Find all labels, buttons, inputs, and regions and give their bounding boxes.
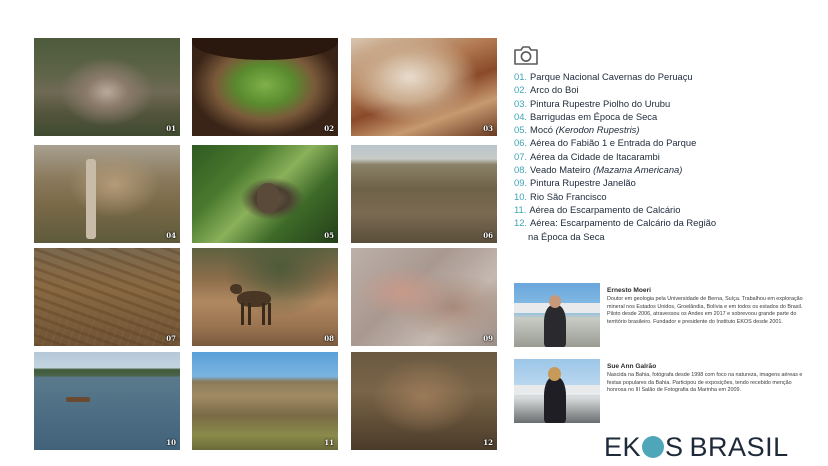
scientific-name: (Kerodon Rupestris)	[555, 124, 640, 136]
cave-arch	[192, 38, 338, 60]
legend-item: 01. Parque Nacional Cavernas do Peruaçu	[514, 71, 693, 82]
logo-circle-icon	[642, 436, 665, 458]
photo-number: 06	[483, 231, 493, 240]
photo-number: 09	[483, 334, 493, 343]
deer-leg	[262, 303, 265, 325]
photo-07: 07	[34, 248, 180, 346]
legend-item: 07. Aérea da Cidade de Itacarambi	[514, 150, 660, 162]
deer-leg	[241, 303, 244, 325]
person-body	[544, 377, 566, 423]
photo-number: 08	[324, 334, 334, 343]
photo-12: 12	[351, 352, 497, 450]
animal-silhouette	[257, 183, 279, 213]
photo-02: 02	[192, 38, 338, 136]
photo-08: 08	[192, 248, 338, 346]
photo-04: 04	[34, 145, 180, 243]
portrait-photo	[514, 359, 600, 423]
legend-item: 04. Barrigudas em Época de Seca	[514, 110, 658, 122]
logo-text-ek: EK	[604, 432, 642, 462]
photo-03: 03	[351, 38, 497, 136]
deer-leg	[268, 303, 271, 325]
tree-trunk	[86, 159, 96, 239]
camera-icon	[514, 46, 538, 65]
photo-number: 12	[483, 438, 493, 447]
bio-description: Doutor em geologia pela Universidade de …	[607, 296, 803, 325]
logo-text-s: S	[665, 432, 684, 462]
legend-item: 08. Veado Mateiro (Mazama Americana)	[514, 164, 683, 176]
person-body	[544, 305, 566, 347]
photo-09: 09	[351, 248, 497, 346]
legend-item: 11. Aérea do Escarpamento de Calcário	[514, 203, 681, 215]
legend-item: 03. Pintura Rupestre Piolho do Urubu	[514, 97, 671, 109]
photo-11: 11	[192, 352, 338, 450]
photo-01: 01	[34, 38, 180, 136]
person-head	[549, 295, 561, 308]
photo-10: 10	[34, 352, 180, 450]
legend-item: 05. Mocó (Kerodon Rupestris)	[514, 124, 640, 136]
legend-item: 02. Arco do Boi	[514, 84, 579, 96]
logo-text-brasil: BRASIL	[689, 432, 789, 462]
photo-06: 06	[351, 145, 497, 243]
photo-number: 07	[166, 334, 176, 343]
bio-text: Sue Ann Galrão Nascida na Bahia, fotógra…	[607, 363, 811, 395]
portrait-photo	[514, 283, 600, 347]
bio-description: Nascida na Bahia, fotógrafa desde 1998 c…	[607, 372, 803, 394]
legend-item: 06. Aérea do Fabião 1 e Entrada do Parque	[514, 137, 697, 149]
photo-legend: 01. Parque Nacional Cavernas do Peruaçu 0…	[514, 70, 814, 243]
photo-number: 04	[166, 231, 176, 240]
legend-item: 10. Rio São Francisco	[514, 190, 607, 202]
bio-name: Ernesto Moeri	[607, 287, 651, 294]
photo-number: 10	[166, 438, 176, 447]
boat	[66, 397, 90, 402]
photo-number: 02	[324, 124, 334, 133]
photo-number: 03	[483, 124, 493, 133]
person-head	[548, 367, 561, 381]
photo-grid: 01 02 03 04 05 06 07 08 09 10 11 12	[34, 38, 497, 451]
scientific-name: (Mazama Americana)	[593, 164, 683, 176]
photo-number: 01	[166, 124, 176, 133]
deer-leg	[248, 303, 251, 325]
legend-item: 12. Aérea: Escarpamento de Calcário da Re…	[514, 217, 717, 242]
legend-item: 09. Pintura Rupestre Janelão	[514, 177, 636, 189]
bio-name: Sue Ann Galrão	[607, 363, 657, 370]
photo-05: 05	[192, 145, 338, 243]
photo-number: 11	[324, 438, 334, 447]
bio-text: Ernesto Moeri Doutor em geologia pela Un…	[607, 287, 811, 326]
ekos-brasil-logo: EK S BRASIL	[604, 432, 804, 466]
photo-number: 05	[324, 231, 334, 240]
deer-head	[230, 284, 242, 294]
